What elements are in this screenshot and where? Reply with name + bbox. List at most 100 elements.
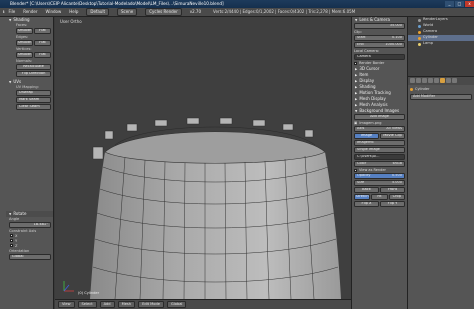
minimize-button[interactable]: _: [445, 1, 454, 7]
modifiers-wrench-icon[interactable]: [440, 78, 445, 83]
axis-gizmo-drawing: [63, 281, 74, 292]
edges-smooth-button[interactable]: Smooth: [16, 40, 33, 46]
image-datablock-field[interactable]: Imagem6: [354, 140, 405, 146]
crop-button[interactable]: Crop: [388, 194, 405, 200]
clear-seam-button[interactable]: Clear Seam: [16, 104, 51, 110]
expand-triangle-icon: ▶: [355, 66, 358, 71]
expand-triangle-icon: ▶: [355, 102, 358, 107]
image-icon: ▣: [354, 120, 358, 125]
image-path-field[interactable]: C:\Users\Al...: [354, 154, 405, 160]
faces-smooth-button[interactable]: Smooth: [16, 28, 33, 34]
right-editors: RenderLayers World Camera Cylinder Lamp …: [407, 17, 474, 309]
toolshelf-empty-space: [6, 111, 53, 211]
maximize-button[interactable]: □: [455, 1, 464, 7]
front-button[interactable]: Front: [380, 187, 405, 193]
menu-render[interactable]: Render: [23, 10, 37, 14]
axis-dropdown[interactable]: Axis All Views: [354, 126, 405, 132]
image-source-button[interactable]: Image: [354, 133, 379, 139]
checkbox-icon: [10, 239, 13, 242]
collapse-triangle-icon: ▼: [9, 79, 12, 84]
layout-selector[interactable]: Default: [86, 8, 110, 16]
collapse-triangle-icon: ▼: [9, 211, 12, 216]
viewport-header: View Select Add Mesh Edit Mode Global: [55, 299, 351, 309]
render-engine-selector[interactable]: Cycles Render: [145, 8, 182, 16]
mesh-drawing: [90, 117, 341, 299]
checkbox-icon: [354, 62, 357, 65]
size-field[interactable]: Size 5.000: [354, 180, 405, 186]
viewport-view-label: User Ortho: [60, 19, 82, 24]
faces-flat-button[interactable]: Flat: [34, 28, 51, 34]
clip-start-field[interactable]: Start 0.100: [354, 35, 405, 41]
checkbox-icon: [10, 234, 13, 237]
renderlayers-icon: [418, 18, 421, 22]
mark-seam-button[interactable]: Mark Seam: [16, 97, 51, 103]
world-tab-icon[interactable]: [428, 78, 433, 83]
active-object-name: Cylinder: [410, 87, 472, 92]
fit-button[interactable]: Fit: [371, 194, 388, 200]
image-source-dropdown[interactable]: Single Image: [354, 147, 405, 153]
opacity-slider[interactable]: Opacity 0.500: [354, 173, 405, 179]
add-menu[interactable]: Add: [99, 300, 115, 309]
material-tab-icon[interactable]: [452, 78, 457, 83]
window-title: Blender* [C:\Users\CEIP Alicante\Desktop…: [10, 0, 224, 6]
view-menu[interactable]: View: [58, 300, 75, 309]
properties-tabs: [408, 77, 474, 85]
vertices-smooth-button[interactable]: Smooth: [16, 52, 33, 58]
orientation-dropdown[interactable]: Global: [9, 254, 51, 260]
window-titlebar: Blender* [C:\Users\CEIP Alicante\Desktop…: [0, 0, 474, 8]
render-layers-tab-icon[interactable]: [416, 78, 421, 83]
recalculate-normals-button[interactable]: Recalculate: [16, 64, 51, 70]
outliner-item-lamp[interactable]: Lamp: [408, 41, 474, 47]
cylinder-top: [104, 131, 326, 164]
version-label: v2.70: [189, 9, 202, 14]
close-button[interactable]: x: [465, 1, 474, 7]
unwrap-menu-button[interactable]: Unwrap: [16, 90, 51, 96]
expand-triangle-icon: ▶: [355, 72, 358, 77]
checkbox-icon: [10, 244, 13, 247]
color-space-dropdown[interactable]: Color sRGB: [354, 161, 405, 167]
scene-selector[interactable]: Scene: [117, 8, 138, 16]
mesh-menu[interactable]: Mesh: [117, 300, 136, 309]
clip-end-field[interactable]: End 1000.000: [354, 42, 405, 48]
object-tab-icon[interactable]: [434, 78, 439, 83]
flip-y-button[interactable]: Flip Y: [380, 201, 405, 207]
camera-field[interactable]: Camera: [354, 54, 405, 60]
add-modifier-dropdown[interactable]: Add Modifier: [410, 94, 472, 100]
expand-triangle-icon: ▶: [355, 90, 358, 95]
angle-field[interactable]: 18.481°: [9, 222, 51, 228]
menu-file[interactable]: File: [9, 10, 16, 14]
mode-selector[interactable]: Edit Mode: [138, 300, 164, 309]
collapse-triangle-icon: ▼: [9, 17, 12, 22]
camera-icon: [418, 30, 421, 34]
data-tab-icon[interactable]: [446, 78, 451, 83]
3d-viewport[interactable]: [55, 17, 351, 299]
render-tab-icon[interactable]: [410, 78, 415, 83]
movie-clip-source-button[interactable]: Movie Clip: [380, 133, 405, 139]
pivot-selector[interactable]: Global: [166, 300, 187, 309]
info-header: ℹ File Render Window Help Default Scene …: [0, 8, 474, 17]
lens-field[interactable]: 35.000: [354, 23, 405, 29]
menu-help[interactable]: Help: [69, 10, 78, 14]
stretch-button[interactable]: Stretch: [354, 194, 371, 200]
lamp-icon: [418, 42, 421, 46]
expand-triangle-icon: ▶: [355, 84, 358, 89]
expand-triangle-icon: ▶: [355, 78, 358, 83]
editor-type-icon[interactable]: ℹ: [3, 10, 5, 14]
collapse-triangle-icon: ▼: [355, 108, 358, 113]
tool-shelf: ▼ Shading Faces: Smooth Flat Edges: Smooth…: [0, 17, 54, 309]
back-button[interactable]: Back: [354, 187, 379, 193]
flip-direction-button[interactable]: Flip Direction: [16, 71, 51, 77]
scene-tab-icon[interactable]: [422, 78, 427, 83]
edges-flat-button[interactable]: Flat: [34, 40, 51, 46]
flip-x-button[interactable]: Flip X: [354, 201, 379, 207]
axis-gizmo-icon: [62, 279, 76, 294]
properties-region: ▼ Lens & Camera 35.000 Clip: Start 0.100 E…: [351, 17, 407, 309]
vertices-flat-button[interactable]: Flat: [34, 52, 51, 58]
collapse-triangle-icon: ▼: [355, 17, 358, 22]
select-menu[interactable]: Select: [77, 300, 97, 309]
add-image-button[interactable]: Add Image: [354, 114, 405, 120]
active-object-label: (0) Cylinder: [78, 291, 100, 295]
menu-window[interactable]: Window: [45, 10, 61, 14]
mesh-object-icon: [418, 36, 421, 40]
expand-triangle-icon: ▶: [355, 96, 358, 101]
